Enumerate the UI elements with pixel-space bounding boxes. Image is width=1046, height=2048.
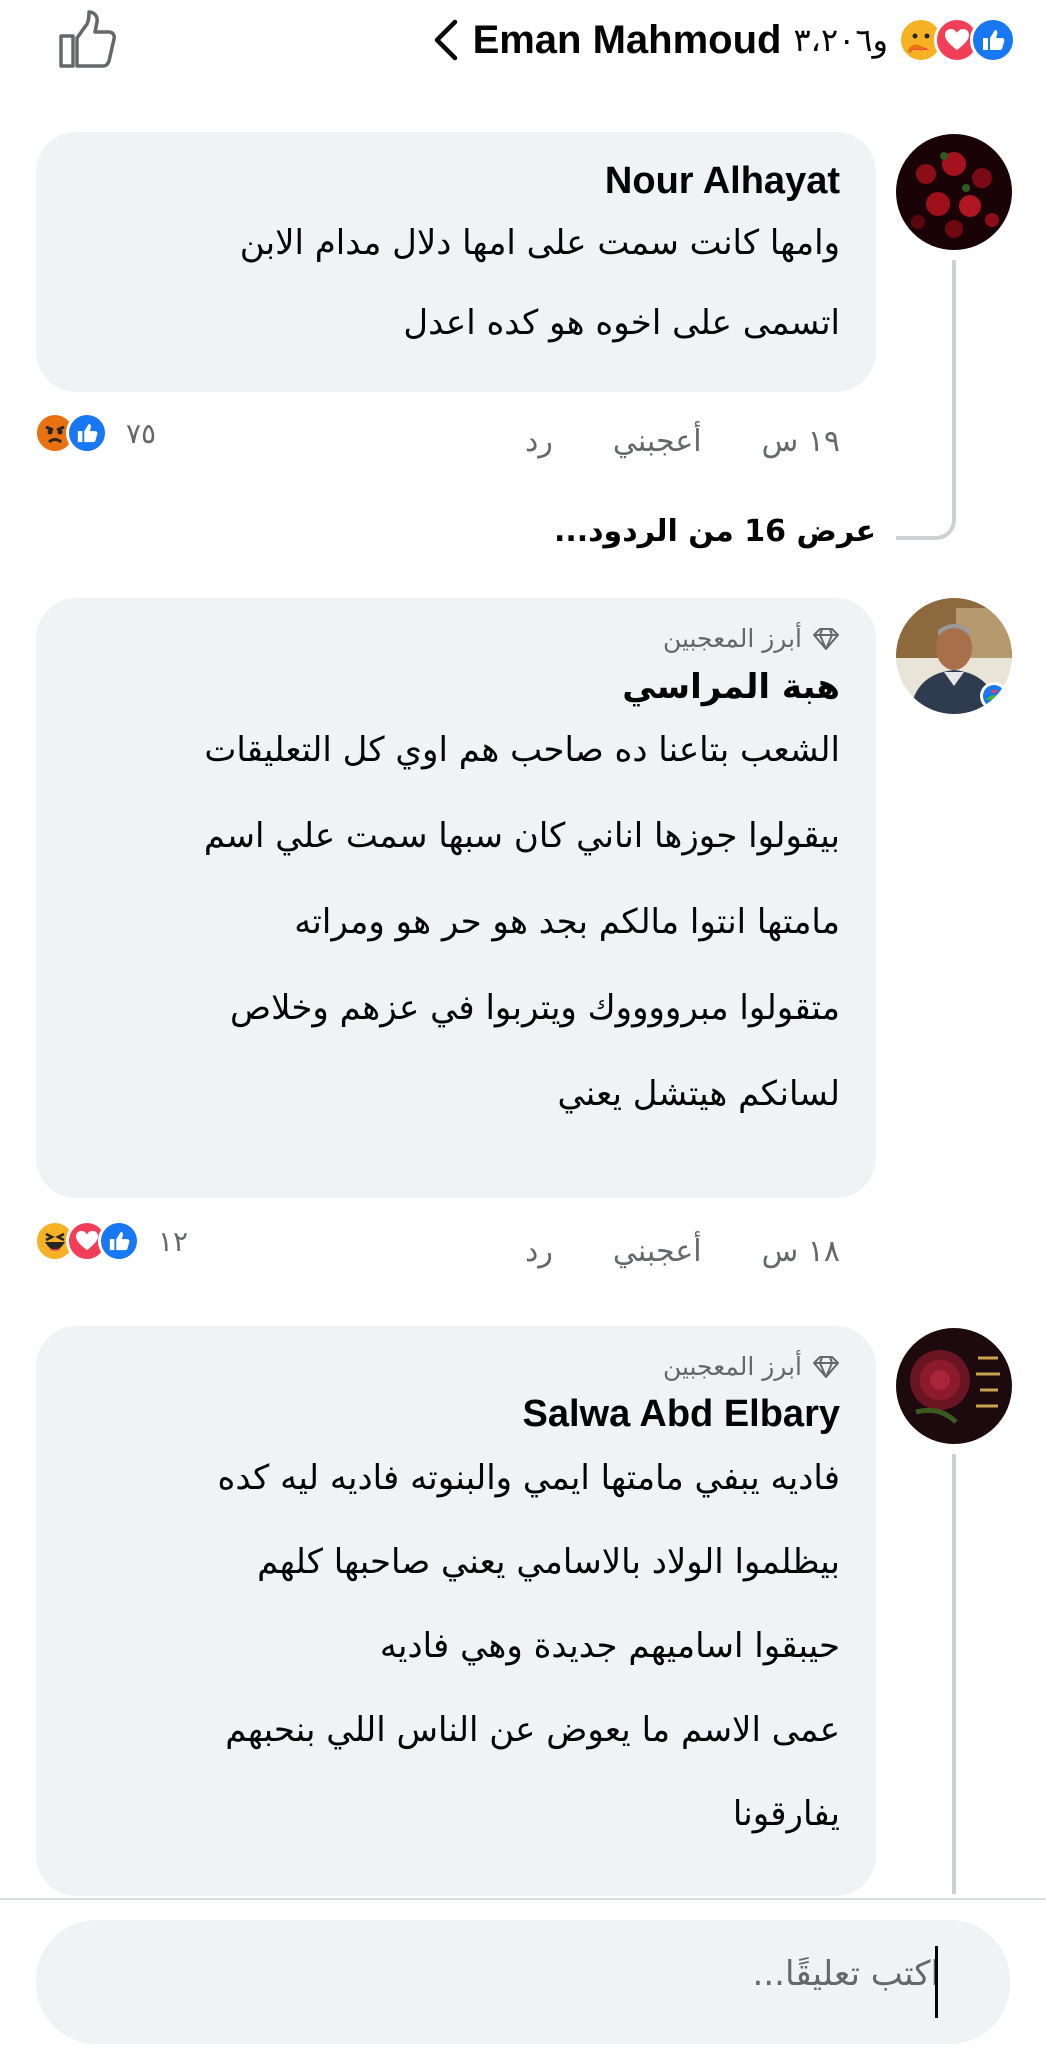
avatar-salwa-abd-elbary[interactable]	[896, 1328, 1012, 1444]
reaction-icons[interactable]	[898, 17, 1016, 63]
top-fan-badge: أبرز المعجبين	[72, 1352, 840, 1381]
diamond-icon	[813, 1355, 839, 1378]
avatar-nour-alhayat[interactable]	[896, 134, 1012, 250]
thread-line	[952, 260, 956, 510]
like-icon	[66, 412, 108, 454]
comment-composer: اكتب تعليقًا...	[0, 1898, 1046, 2048]
comment-input[interactable]: اكتب تعليقًا...	[36, 1920, 1010, 2044]
view-replies-link[interactable]: عرض 16 من الردود...	[554, 514, 876, 549]
comment-text: فاديه يبفي مامتها ايمي والبنوته فاديه لي…	[217, 1458, 840, 1834]
comment-reactions[interactable]: ٧٥	[34, 412, 156, 454]
reply-button[interactable]: رد	[525, 424, 553, 459]
like-outline-icon[interactable]	[55, 8, 119, 72]
post-title-bar[interactable]: Eman Mahmoud و٣،٢٠٦	[429, 12, 1016, 68]
comment-time: ١٩ س	[761, 424, 840, 459]
comment-text: وامها كانت سمت على امها دلال مدام الابن …	[239, 223, 840, 343]
comment-reaction-count: ٧٥	[126, 416, 157, 450]
like-icon	[98, 1220, 140, 1262]
comment-actions: ١٨ س أعجبني رد	[525, 1234, 840, 1269]
like-icon	[970, 17, 1016, 63]
comment-bubble[interactable]: أبرز المعجبين هبة المراسي الشعب بتاعنا د…	[36, 598, 876, 1198]
comment-actions: ١٩ س أعجبني رد	[525, 424, 840, 459]
comment-author[interactable]: هبة المراسي	[72, 667, 840, 707]
comment-bubble[interactable]: أبرز المعجبين Salwa Abd Elbary فاديه يبف…	[36, 1326, 876, 1896]
comment-reaction-count: ١٢	[158, 1224, 189, 1258]
reply-button[interactable]: رد	[525, 1234, 553, 1269]
like-button[interactable]: أعجبني	[613, 424, 702, 459]
back-chevron-icon[interactable]	[429, 18, 463, 62]
comment-input-placeholder: اكتب تعليقًا...	[752, 1954, 940, 1994]
thread-connector	[896, 500, 956, 540]
top-fan-badge: أبرز المعجبين	[72, 624, 840, 653]
comment-reactions[interactable]: ١٢	[34, 1220, 188, 1262]
comment-author[interactable]: Nour Alhayat	[72, 160, 840, 203]
comment-bubble[interactable]: Nour Alhayat وامها كانت سمت على امها دلا…	[36, 132, 876, 392]
comment-time: ١٨ س	[761, 1234, 840, 1269]
diamond-icon	[813, 627, 839, 650]
reaction-count: و٣،٢٠٦	[793, 21, 888, 59]
comment-author[interactable]: Salwa Abd Elbary	[72, 1393, 840, 1436]
text-caret	[935, 1946, 938, 2018]
comment-text: الشعب بتاعنا ده صاحب هم اوي كل التعليقات…	[203, 730, 840, 1114]
post-author-name: Eman Mahmoud	[472, 17, 782, 62]
avatar-heba-elmarasy[interactable]	[896, 598, 1012, 714]
like-button[interactable]: أعجبني	[613, 1234, 702, 1269]
thread-line	[952, 1454, 956, 1894]
header: Eman Mahmoud و٣،٢٠٦	[0, 0, 1046, 80]
